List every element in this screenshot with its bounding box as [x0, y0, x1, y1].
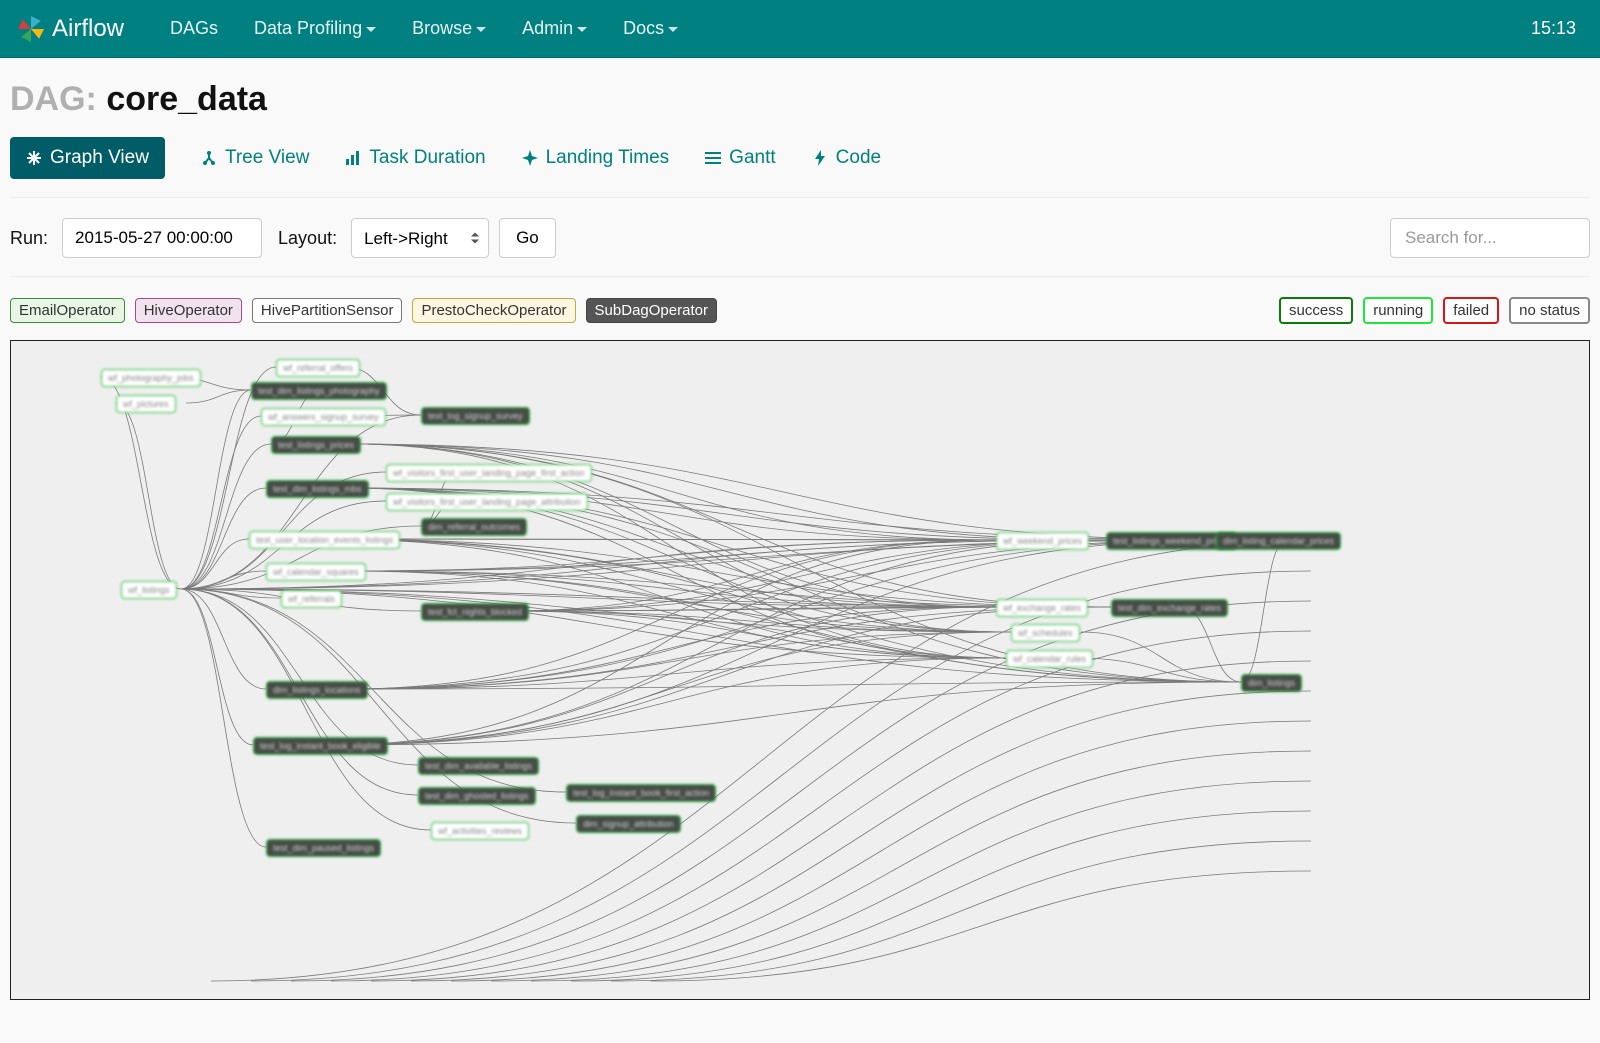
legend-status-success[interactable]: success: [1279, 297, 1353, 324]
graph-node[interactable]: wf_referrals: [281, 590, 342, 608]
legend-row: EmailOperator HiveOperator HivePartition…: [10, 297, 1590, 324]
graph-node[interactable]: dim_signup_attribution: [576, 815, 681, 833]
graph-node[interactable]: test_fct_nights_blocked: [421, 603, 529, 621]
legend-operator-presto[interactable]: PrestoCheckOperator: [412, 298, 575, 323]
graph-node[interactable]: wf_visitors_first_user_landing_page_attr…: [386, 493, 588, 511]
graph-node[interactable]: wf_activities_reviews: [431, 822, 529, 840]
tab-graph-view[interactable]: Graph View: [10, 137, 165, 179]
graph-node[interactable]: wf_listings: [121, 581, 177, 599]
tab-landing-times[interactable]: Landing Times: [522, 139, 670, 177]
graph-node[interactable]: dim_listings: [1241, 674, 1302, 692]
bar-chart-icon: [345, 150, 361, 166]
brand-text: Airflow: [52, 15, 124, 43]
search-input[interactable]: [1390, 218, 1590, 258]
chevron-down-icon: [366, 27, 376, 32]
list-icon: [705, 150, 721, 166]
nav-item-docs[interactable]: Docs: [605, 8, 696, 49]
graph-node[interactable]: wf_exchange_rates: [996, 599, 1088, 617]
brand[interactable]: Airflow: [18, 15, 124, 43]
legend-status-none[interactable]: no status: [1509, 297, 1590, 324]
graph-node[interactable]: test_log_signup_survey: [421, 407, 530, 425]
separator: [10, 197, 1590, 198]
legend-status-running[interactable]: running: [1363, 297, 1433, 324]
graph-node[interactable]: test_user_location_events_listings: [249, 531, 400, 549]
graph-node[interactable]: test_dim_exchange_rates: [1111, 599, 1228, 617]
graph-node[interactable]: wf_calendar_squares: [266, 563, 366, 581]
graph-node[interactable]: test_log_instant_book_eligible: [253, 737, 388, 755]
go-button[interactable]: Go: [499, 218, 556, 258]
nav-item-label: Docs: [623, 18, 664, 39]
tab-label: Graph View: [50, 147, 149, 169]
tab-label: Landing Times: [546, 147, 670, 169]
graph-node[interactable]: wf_photography_jobs: [101, 369, 201, 387]
chevron-down-icon: [476, 27, 486, 32]
tab-task-duration[interactable]: Task Duration: [345, 139, 485, 177]
page-title: DAG: core_data: [10, 80, 1590, 119]
legend-status-failed[interactable]: failed: [1443, 297, 1499, 324]
graph-node[interactable]: wf_referral_offers: [276, 359, 360, 377]
tab-label: Task Duration: [369, 147, 485, 169]
view-tabs: Graph View Tree View Task Duration Landi…: [10, 137, 1590, 179]
chevron-down-icon: [668, 27, 678, 32]
nav-item-label: DAGs: [170, 18, 218, 39]
bolt-icon: [812, 150, 828, 166]
navbar-time: 15:13: [1531, 18, 1582, 39]
tab-tree-view[interactable]: Tree View: [201, 139, 309, 177]
graph-node[interactable]: wf_schedules: [1011, 624, 1080, 642]
graph-node[interactable]: wf_visitors_first_user_landing_page_firs…: [386, 464, 592, 482]
title-prefix: DAG:: [10, 80, 106, 118]
graph-node[interactable]: wf_pictures: [116, 395, 176, 413]
graph-node[interactable]: test_dim_listings_mbs: [266, 480, 369, 498]
run-label: Run:: [10, 228, 48, 249]
tab-label: Code: [836, 147, 881, 169]
nav-item-browse[interactable]: Browse: [394, 8, 504, 49]
graph-node[interactable]: wf_answers_signup_survey: [261, 408, 386, 426]
navbar: Airflow DAGs Data Profiling Browse Admin…: [0, 0, 1600, 58]
nav-item-admin[interactable]: Admin: [504, 8, 605, 49]
tab-code[interactable]: Code: [812, 139, 881, 177]
legend-operator-subdag[interactable]: SubDagOperator: [586, 298, 717, 323]
graph-edges: [11, 341, 1589, 999]
graph-node[interactable]: dim_referral_outcomes: [421, 518, 527, 536]
graph-node[interactable]: test_log_instant_book_first_action: [566, 784, 716, 802]
title-dag-name: core_data: [106, 80, 267, 118]
layout-select[interactable]: Left->Right: [351, 218, 489, 258]
plane-icon: [522, 150, 538, 166]
nav-item-dags[interactable]: DAGs: [152, 8, 236, 49]
nav-item-data-profiling[interactable]: Data Profiling: [236, 8, 394, 49]
pinwheel-icon: [18, 16, 44, 42]
chevron-down-icon: [577, 27, 587, 32]
controls-row: Run: Layout: Left->Right Go: [10, 218, 1590, 258]
nav-items: DAGs Data Profiling Browse Admin Docs: [152, 8, 696, 49]
graph-node[interactable]: test_dim_listings_photography: [251, 382, 387, 400]
graph-node[interactable]: test_listings_prices: [271, 436, 361, 454]
graph-node[interactable]: test_dim_available_listings: [418, 757, 539, 775]
graph-node[interactable]: dim_listings_locations: [266, 681, 368, 699]
graph-node[interactable]: dim_listing_calendar_prices: [1216, 532, 1341, 550]
graph-node[interactable]: wf_calendar_rules: [1006, 650, 1093, 668]
asterisk-icon: [26, 150, 42, 166]
tree-icon: [201, 150, 217, 166]
tab-gantt[interactable]: Gantt: [705, 139, 775, 177]
tab-label: Gantt: [729, 147, 775, 169]
legend-operator-hive-partition-sensor[interactable]: HivePartitionSensor: [252, 298, 403, 323]
dag-graph[interactable]: wf_photography_jobs wf_referral_offerstes…: [10, 340, 1590, 1000]
legend-operator-email[interactable]: EmailOperator: [10, 298, 125, 323]
legend-operator-hive[interactable]: HiveOperator: [135, 298, 242, 323]
graph-node[interactable]: test_dim_ghosted_listings: [418, 787, 536, 805]
graph-node[interactable]: wf_weekend_prices: [996, 532, 1089, 550]
nav-item-label: Admin: [522, 18, 573, 39]
nav-item-label: Browse: [412, 18, 472, 39]
tab-label: Tree View: [225, 147, 309, 169]
run-datetime-input[interactable]: [62, 218, 262, 258]
nav-item-label: Data Profiling: [254, 18, 362, 39]
separator: [10, 276, 1590, 277]
graph-node[interactable]: test_dim_paused_listings: [266, 839, 381, 857]
layout-label: Layout:: [278, 228, 337, 249]
